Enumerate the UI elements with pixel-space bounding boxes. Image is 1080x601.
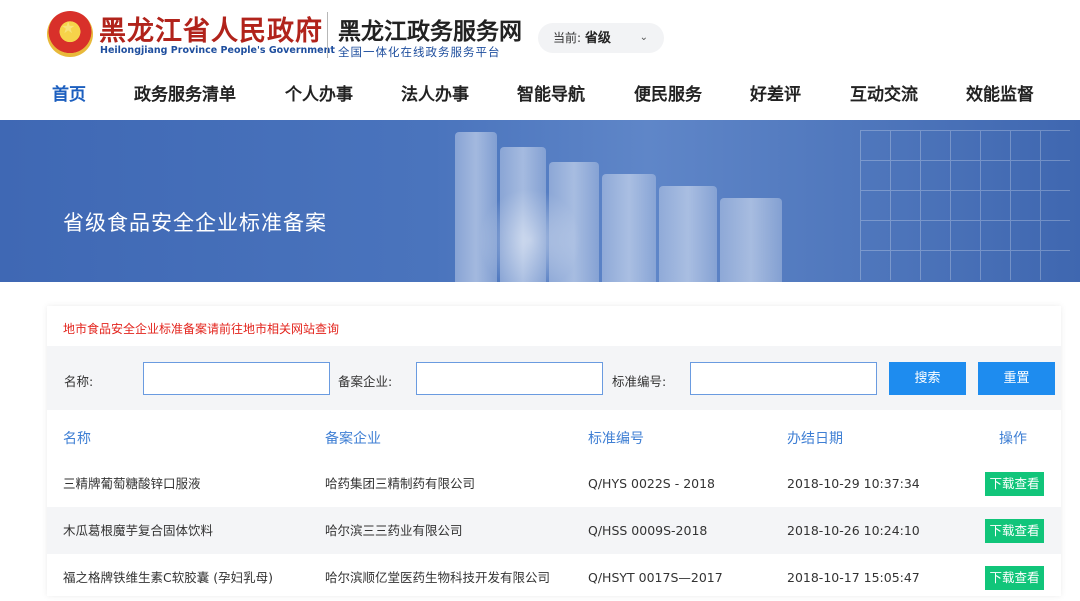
nav-item-smart-guide[interactable]: 智能导航 xyxy=(517,80,585,105)
nav-item-service-list[interactable]: 政务服务清单 xyxy=(134,80,236,105)
site-subtitle: 全国一体化在线政务服务平台 xyxy=(338,45,501,59)
nav-item-personal[interactable]: 个人办事 xyxy=(285,80,353,105)
header-divider xyxy=(327,12,328,58)
binder-decoration xyxy=(455,132,497,282)
column-header-company: 备案企业 xyxy=(325,431,381,447)
nav-item-home[interactable]: 首页 xyxy=(52,80,86,105)
company-label: 备案企业: xyxy=(338,374,393,389)
binder-decoration xyxy=(720,198,782,282)
cell-company: 哈尔滨三三药业有限公司 xyxy=(325,523,463,538)
column-header-date: 办结日期 xyxy=(787,431,843,447)
cell-company: 哈尔滨顺亿堂医药生物科技开发有限公司 xyxy=(325,570,551,585)
binder-decoration xyxy=(549,162,599,282)
table-row: 三精牌葡萄糖酸锌口服液 哈药集团三精制药有限公司 Q/HYS 0022S - 2… xyxy=(47,460,1061,507)
download-view-button[interactable]: 下载查看 xyxy=(985,472,1044,496)
binder-decoration xyxy=(500,147,546,282)
cell-standard: Q/HYS 0022S - 2018 xyxy=(588,476,716,491)
name-label: 名称: xyxy=(64,374,94,389)
company-input[interactable] xyxy=(416,362,603,395)
cell-standard: Q/HSYT 0017S—2017 xyxy=(588,570,723,585)
name-input[interactable] xyxy=(143,362,330,395)
download-view-button[interactable]: 下载查看 xyxy=(985,519,1044,543)
cell-date: 2018-10-17 15:05:47 xyxy=(787,570,920,585)
nav-item-legal-person[interactable]: 法人办事 xyxy=(401,80,469,105)
site-header: ★ 黑龙江省人民政府 Heilongjiang Province People'… xyxy=(0,0,1080,120)
page-banner: 省级食品安全企业标准备案 xyxy=(0,120,1080,282)
reset-button[interactable]: 重置 xyxy=(978,362,1055,395)
cell-name: 三精牌葡萄糖酸锌口服液 xyxy=(63,476,201,491)
cell-date: 2018-10-26 10:24:10 xyxy=(787,523,920,538)
gov-name[interactable]: 黑龙江省人民政府 xyxy=(99,9,323,48)
nav-item-rating[interactable]: 好差评 xyxy=(750,80,801,105)
table-row: 木瓜葛根魔芋复合固体饮料 哈尔滨三三药业有限公司 Q/HSS 0009S-201… xyxy=(47,507,1061,554)
national-emblem-icon: ★ xyxy=(47,11,93,57)
level-prefix: 当前: xyxy=(553,31,582,45)
standard-input[interactable] xyxy=(690,362,877,395)
page-title: 省级食品安全企业标准备案 xyxy=(63,211,327,235)
gov-name-en: Heilongjiang Province People's Governmen… xyxy=(100,45,335,56)
column-header-standard: 标准编号 xyxy=(588,431,644,447)
main-nav: 首页 政务服务清单 个人办事 法人办事 智能导航 便民服务 好差评 互动交流 效… xyxy=(0,80,1080,112)
level-select[interactable]: 当前: 省级 ⌄ xyxy=(538,23,664,53)
site-name[interactable]: 黑龙江政务服务网 xyxy=(338,12,522,46)
column-header-action: 操作 xyxy=(999,431,1027,447)
level-value: 省级 xyxy=(584,31,611,46)
nav-item-convenience[interactable]: 便民服务 xyxy=(634,80,702,105)
column-header-name: 名称 xyxy=(63,431,91,447)
standard-label: 标准编号: xyxy=(612,374,667,389)
grid-decoration xyxy=(860,130,1070,280)
binder-decoration xyxy=(659,186,717,282)
cell-date: 2018-10-29 10:37:34 xyxy=(787,476,920,491)
download-view-button[interactable]: 下载查看 xyxy=(985,566,1044,590)
search-button[interactable]: 搜索 xyxy=(889,362,966,395)
cell-name: 木瓜葛根魔芋复合固体饮料 xyxy=(63,523,214,538)
nav-item-supervision[interactable]: 效能监督 xyxy=(966,80,1034,105)
cell-company: 哈药集团三精制药有限公司 xyxy=(325,476,476,491)
cell-name: 福之格牌铁维生素C软胶囊 (孕妇乳母) xyxy=(63,570,273,585)
nav-item-interaction[interactable]: 互动交流 xyxy=(850,80,918,105)
notice-text: 地市食品安全企业标准备案请前往地市相关网站查询 xyxy=(63,322,340,336)
table-row: 福之格牌铁维生素C软胶囊 (孕妇乳母) 哈尔滨顺亿堂医药生物科技开发有限公司 Q… xyxy=(47,554,1061,601)
cell-standard: Q/HSS 0009S-2018 xyxy=(588,523,708,538)
chevron-down-icon: ⌄ xyxy=(639,32,648,43)
binder-decoration xyxy=(602,174,656,282)
